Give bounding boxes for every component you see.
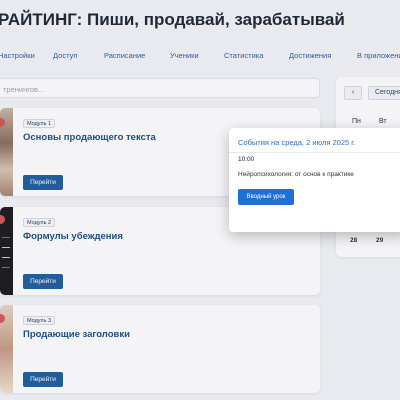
event-time: 10:00: [238, 156, 255, 163]
events-popup: События на среда, 2 июля 2025 г. 10:00 Н…: [229, 128, 400, 232]
popup-divider: [229, 152, 400, 153]
intro-lesson-button[interactable]: Вводный урок: [238, 189, 294, 205]
event-name[interactable]: Нейропсихология: от основ к практике: [238, 171, 354, 178]
popup-title: События на среда, 2 июля 2025 г.: [238, 138, 356, 147]
